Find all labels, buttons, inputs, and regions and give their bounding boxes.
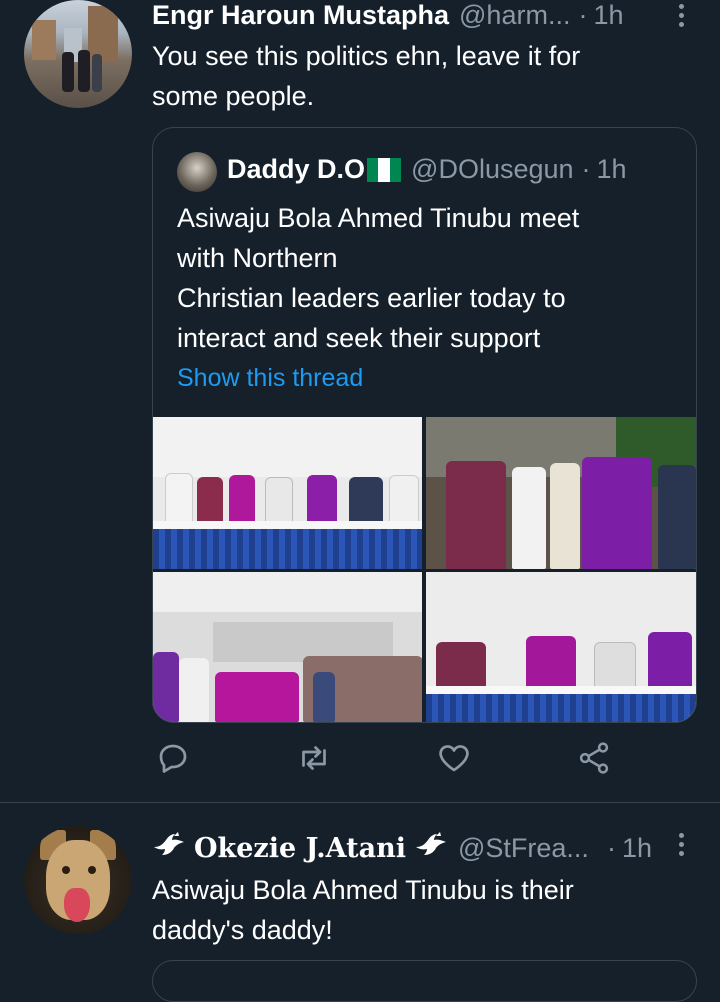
show-thread-link[interactable]: Show this thread [177, 364, 363, 393]
user-avatar[interactable] [24, 0, 132, 108]
heart-icon[interactable] [436, 740, 472, 776]
tweet-2[interactable]: Okezie J.Atani @StFrea... · 1h Asiwaju B… [0, 803, 720, 978]
tweet-actions [0, 740, 720, 786]
tweet-text: Asiwaju Bola Ahmed Tinubu is their daddy… [152, 870, 692, 950]
timestamp[interactable]: 1h [622, 833, 652, 864]
quoted-text-line: interact and seek their support [177, 323, 541, 353]
dove-icon [415, 832, 446, 855]
separator-dot: · [578, 0, 588, 30]
quoted-timestamp[interactable]: 1h [597, 154, 627, 185]
photo-3[interactable] [153, 572, 422, 722]
photo-grid [153, 417, 696, 722]
quoted-user-avatar[interactable] [177, 152, 217, 192]
quoted-tweet-2[interactable] [152, 960, 697, 1002]
reply-icon[interactable] [155, 740, 191, 776]
share-icon[interactable] [576, 740, 612, 776]
quoted-tweet-text: Asiwaju Bola Ahmed Tinubu meet with Nort… [177, 198, 677, 358]
author-name[interactable]: Engr Haroun Mustapha [152, 0, 449, 31]
separator-dot: · [606, 833, 616, 863]
quoted-tweet[interactable]: Daddy D.O @DOlusegun · 1h Asiwaju Bola A… [152, 127, 697, 723]
quoted-text-line: Christian leaders earlier today to [177, 283, 566, 313]
timestamp[interactable]: 1h [593, 0, 623, 31]
tweet-text: You see this politics ehn, leave it for … [152, 36, 692, 116]
more-options-icon[interactable] [677, 4, 685, 30]
quoted-text-line: with Northern [177, 243, 338, 273]
photo-2[interactable] [426, 417, 696, 569]
tweet-text-line: You see this politics ehn, leave it for [152, 41, 581, 71]
retweet-icon[interactable] [296, 740, 332, 776]
photo-4[interactable] [426, 572, 696, 722]
tweet-1[interactable]: Engr Haroun Mustapha @harm... · 1h You s… [0, 0, 720, 802]
author-name[interactable]: Okezie J.Atani [194, 833, 406, 864]
quoted-author-name[interactable]: Daddy D.O [227, 154, 365, 185]
photo-1[interactable] [153, 417, 422, 569]
separator-dot: · [581, 154, 591, 184]
nigeria-flag-icon [367, 157, 402, 182]
more-options-icon[interactable] [677, 833, 685, 859]
tweet-text-line: Asiwaju Bola Ahmed Tinubu is their [152, 875, 574, 905]
author-handle[interactable]: @StFrea... [458, 833, 589, 864]
quoted-author-handle[interactable]: @DOlusegun [411, 154, 574, 185]
dove-icon [154, 832, 184, 855]
tweet-text-line: some people. [152, 81, 315, 111]
quoted-text-line: Asiwaju Bola Ahmed Tinubu meet [177, 203, 580, 233]
tweet-text-line: daddy's daddy! [152, 915, 333, 945]
author-handle[interactable]: @harm... [459, 0, 570, 31]
user-avatar[interactable] [24, 826, 132, 934]
